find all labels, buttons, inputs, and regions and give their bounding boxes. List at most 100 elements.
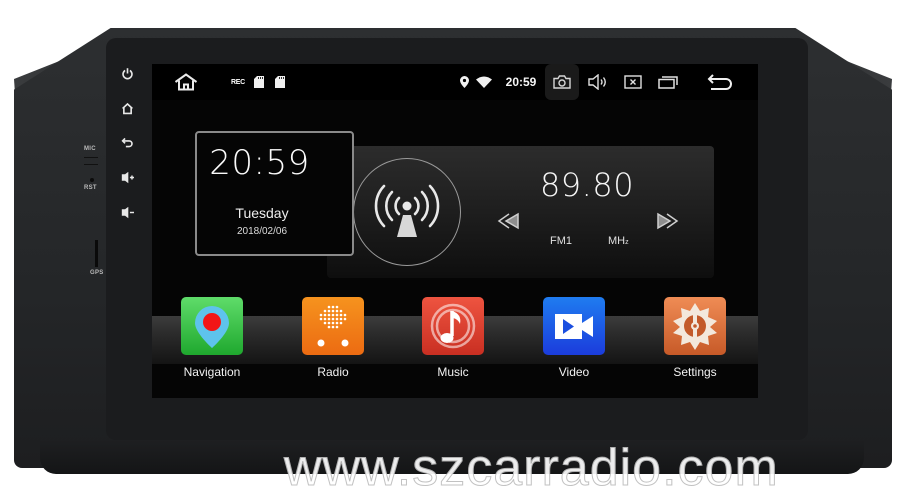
home-icon <box>174 73 198 91</box>
close-app-button[interactable] <box>622 64 644 100</box>
mic-label: MIC <box>84 146 96 152</box>
radio-dot <box>327 305 331 309</box>
rst-label: RST <box>84 185 97 191</box>
radio-frequency: 89.80 <box>539 166 635 204</box>
home-icon <box>121 102 133 114</box>
radio-dot <box>331 321 335 325</box>
radio-dot <box>339 317 343 321</box>
radio-dot <box>335 305 339 309</box>
volume-button[interactable] <box>586 64 610 100</box>
volume-icon <box>588 74 606 90</box>
hardware-volume-down-button[interactable] <box>118 203 136 221</box>
statusbar-home-button[interactable] <box>170 64 202 100</box>
back-icon <box>707 74 732 90</box>
radio-tower-button[interactable] <box>353 158 461 266</box>
reset-hole[interactable] <box>90 178 94 182</box>
radio-dot <box>335 321 339 325</box>
screenshot-icon <box>553 75 571 89</box>
rec-indicator: REC <box>229 64 247 100</box>
radio-dot <box>323 321 327 325</box>
statusbar-time: 20:59 <box>505 75 537 89</box>
location-icon <box>459 76 469 88</box>
gps-card-slot[interactable] <box>95 240 98 267</box>
back-icon <box>120 137 133 147</box>
statusbar-back-button[interactable] <box>705 64 735 100</box>
recent-apps-button[interactable] <box>656 64 680 100</box>
radio-unit-main: MH <box>608 235 626 247</box>
radio-dot <box>323 313 327 317</box>
settings-app-icon[interactable] <box>664 297 726 355</box>
video-app-icon[interactable] <box>543 297 605 355</box>
power-icon <box>121 67 133 79</box>
radio-dot <box>327 317 331 321</box>
app-settings[interactable]: Settings <box>645 297 745 387</box>
seek-back-button[interactable] <box>497 212 521 230</box>
screenshot-button[interactable] <box>545 64 579 100</box>
radio-dot <box>323 317 327 321</box>
mic-grille <box>84 157 98 165</box>
hardware-back-button[interactable] <box>118 133 136 151</box>
radio-dot <box>339 313 343 317</box>
radio-unit-sub: z <box>625 239 629 246</box>
radio-dot <box>335 325 339 329</box>
hardware-power-button[interactable] <box>118 64 136 82</box>
radio-wheel-dot <box>341 339 349 347</box>
radio-dot <box>319 313 323 317</box>
clock-day: Tuesday <box>235 205 289 221</box>
navigation-app-icon[interactable] <box>181 297 243 355</box>
seek-back-icon <box>497 212 519 230</box>
radio-dot <box>335 309 339 313</box>
settings-gear-icon <box>673 303 717 350</box>
music-app-icon[interactable] <box>422 297 484 355</box>
radio-tower-icon <box>374 184 440 237</box>
radio-dot <box>331 309 335 313</box>
sd-card-icon <box>275 76 285 88</box>
app-navigation[interactable]: Navigation <box>162 297 262 387</box>
music-note-icon <box>430 303 476 349</box>
screen: REC 20:59 89.80 FM1 MHz 20:59 Tuesday 20… <box>152 64 758 398</box>
sd-card-icon <box>254 76 264 88</box>
radio-dot <box>327 309 331 313</box>
volume-down-icon <box>121 206 134 218</box>
radio-dot <box>331 317 335 321</box>
video-camera-icon <box>555 314 593 339</box>
radio-widget[interactable]: 89.80 FM1 MHz <box>327 146 714 278</box>
app-label-music: Music <box>437 365 469 379</box>
radio-dot <box>331 325 335 329</box>
radio-dot <box>339 309 343 313</box>
close-app-icon <box>624 75 642 89</box>
app-label-settings: Settings <box>673 365 717 379</box>
clock-date: 2018/02/06 <box>236 226 288 237</box>
location-indicator <box>457 64 471 100</box>
radio-dot <box>327 321 331 325</box>
sd-card-indicator <box>252 64 266 100</box>
app-label-video: Video <box>558 365 590 379</box>
radio-dot <box>331 313 335 317</box>
app-radio[interactable]: Radio <box>283 297 383 387</box>
wifi-icon <box>476 76 492 88</box>
app-video[interactable]: Video <box>524 297 624 387</box>
clock-time: 20:59 <box>209 143 310 183</box>
app-label-navigation: Navigation <box>183 365 241 379</box>
sd-card-indicator-2 <box>273 64 287 100</box>
radio-app-icon[interactable] <box>302 297 364 355</box>
gps-label: GPS <box>90 270 104 276</box>
hardware-home-button[interactable] <box>118 99 136 117</box>
radio-dot <box>323 309 327 313</box>
recent-apps-icon <box>658 76 678 89</box>
radio-dot <box>335 313 339 317</box>
hardware-volume-up-button[interactable] <box>118 168 136 186</box>
radio-band: FM1 <box>550 235 572 247</box>
radio-dot <box>335 317 339 321</box>
radio-unit: MHz <box>608 235 629 247</box>
app-music[interactable]: Music <box>403 297 503 387</box>
clock-widget[interactable]: 20:59 Tuesday 2018/02/06 <box>195 131 354 256</box>
radio-wheel-dot <box>317 339 325 347</box>
seek-forward-button[interactable] <box>655 212 679 230</box>
radio-dots-icon <box>317 305 349 347</box>
radio-dot <box>327 313 331 317</box>
radio-dot <box>331 305 335 309</box>
rec-icon: REC <box>231 78 245 86</box>
radio-dot <box>319 317 323 321</box>
radio-dot <box>327 325 331 329</box>
